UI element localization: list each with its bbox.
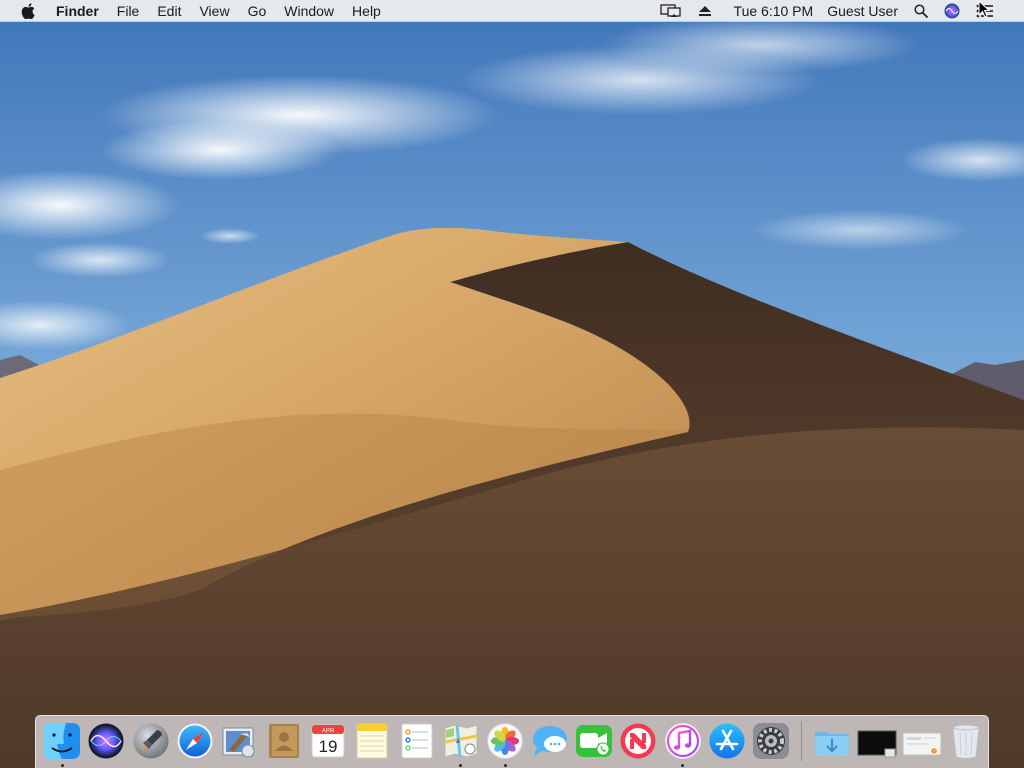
dock: APR 19: [35, 715, 989, 768]
clock[interactable]: Tue 6:10 PM: [720, 0, 822, 22]
dock-notes[interactable]: [352, 721, 392, 761]
dock-launchpad[interactable]: [131, 721, 171, 761]
news-icon: [620, 723, 656, 759]
itunes-icon: [664, 723, 701, 759]
messages-icon: [532, 726, 567, 756]
dock-downloads[interactable]: [813, 721, 853, 761]
mail-icon: [222, 727, 255, 758]
dock-system-preferences[interactable]: [751, 721, 791, 761]
finder-icon: [44, 723, 81, 759]
trash-icon: [952, 724, 980, 759]
dock-documents[interactable]: [902, 721, 942, 761]
desktop-wallpaper[interactable]: [0, 0, 1024, 768]
siri-icon[interactable]: [936, 0, 968, 22]
contacts-icon: [268, 724, 299, 758]
dock-contacts[interactable]: [264, 721, 304, 761]
airplay-display-icon[interactable]: [652, 0, 690, 22]
photos-icon: [487, 723, 524, 759]
reminders-icon: [401, 723, 433, 759]
system-preferences-icon: [753, 723, 790, 759]
launchpad-icon: [133, 723, 169, 759]
dock-trash[interactable]: [946, 721, 986, 761]
maps-icon: [444, 724, 478, 758]
facetime-icon: [575, 725, 612, 757]
running-indicator: [681, 764, 685, 767]
menu-go[interactable]: Go: [239, 0, 276, 22]
dock-siri[interactable]: [87, 721, 127, 761]
menu-help[interactable]: Help: [343, 0, 390, 22]
mouse-pointer-icon: [978, 0, 991, 23]
running-indicator: [503, 764, 507, 767]
app-menu-finder[interactable]: Finder: [50, 0, 108, 22]
dock-app-store[interactable]: [707, 721, 747, 761]
search-icon[interactable]: [906, 0, 936, 22]
notes-icon: [356, 723, 388, 759]
safari-icon: [177, 723, 213, 759]
siri-icon: [88, 723, 124, 759]
dock-safari[interactable]: [175, 721, 215, 761]
menu-bar-status: Tue 6:10 PM Guest User: [652, 0, 1024, 22]
dock-mail[interactable]: [220, 721, 260, 761]
running-indicator: [60, 764, 64, 767]
menu-bar: Finder File Edit View Go Window Help Tue…: [0, 0, 1024, 22]
fast-user-switching[interactable]: Guest User: [821, 0, 906, 22]
documents-stack-icon: [902, 732, 942, 756]
menu-window[interactable]: Window: [275, 0, 343, 22]
menu-edit[interactable]: Edit: [148, 0, 190, 22]
dock-facetime[interactable]: [574, 721, 614, 761]
dock-photos[interactable]: [485, 721, 525, 767]
calendar-day: 19: [319, 737, 338, 756]
app-store-icon: [709, 723, 745, 759]
dock-itunes[interactable]: [663, 721, 703, 767]
dock-finder[interactable]: [42, 721, 82, 767]
eject-icon[interactable]: [690, 0, 720, 22]
dock-separator: [801, 721, 803, 761]
dock-reminders[interactable]: [397, 721, 437, 761]
apple-logo-icon[interactable]: [20, 2, 36, 19]
menu-view[interactable]: View: [190, 0, 238, 22]
calendar-icon: APR 19: [311, 724, 345, 758]
running-indicator: [459, 764, 463, 767]
recent-item-icon: [857, 730, 897, 758]
dock-news[interactable]: [618, 721, 658, 761]
downloads-folder-icon: [815, 732, 850, 756]
dock-maps[interactable]: [441, 721, 481, 767]
menu-file[interactable]: File: [108, 0, 149, 22]
dock-recent-item[interactable]: [857, 721, 897, 761]
menu-bar-left: Finder File Edit View Go Window Help: [0, 0, 390, 22]
calendar-month: APR: [322, 729, 335, 735]
mojave-dune-image: [0, 0, 1024, 768]
dock-calendar[interactable]: APR 19: [308, 721, 348, 761]
dock-messages[interactable]: [530, 721, 570, 761]
